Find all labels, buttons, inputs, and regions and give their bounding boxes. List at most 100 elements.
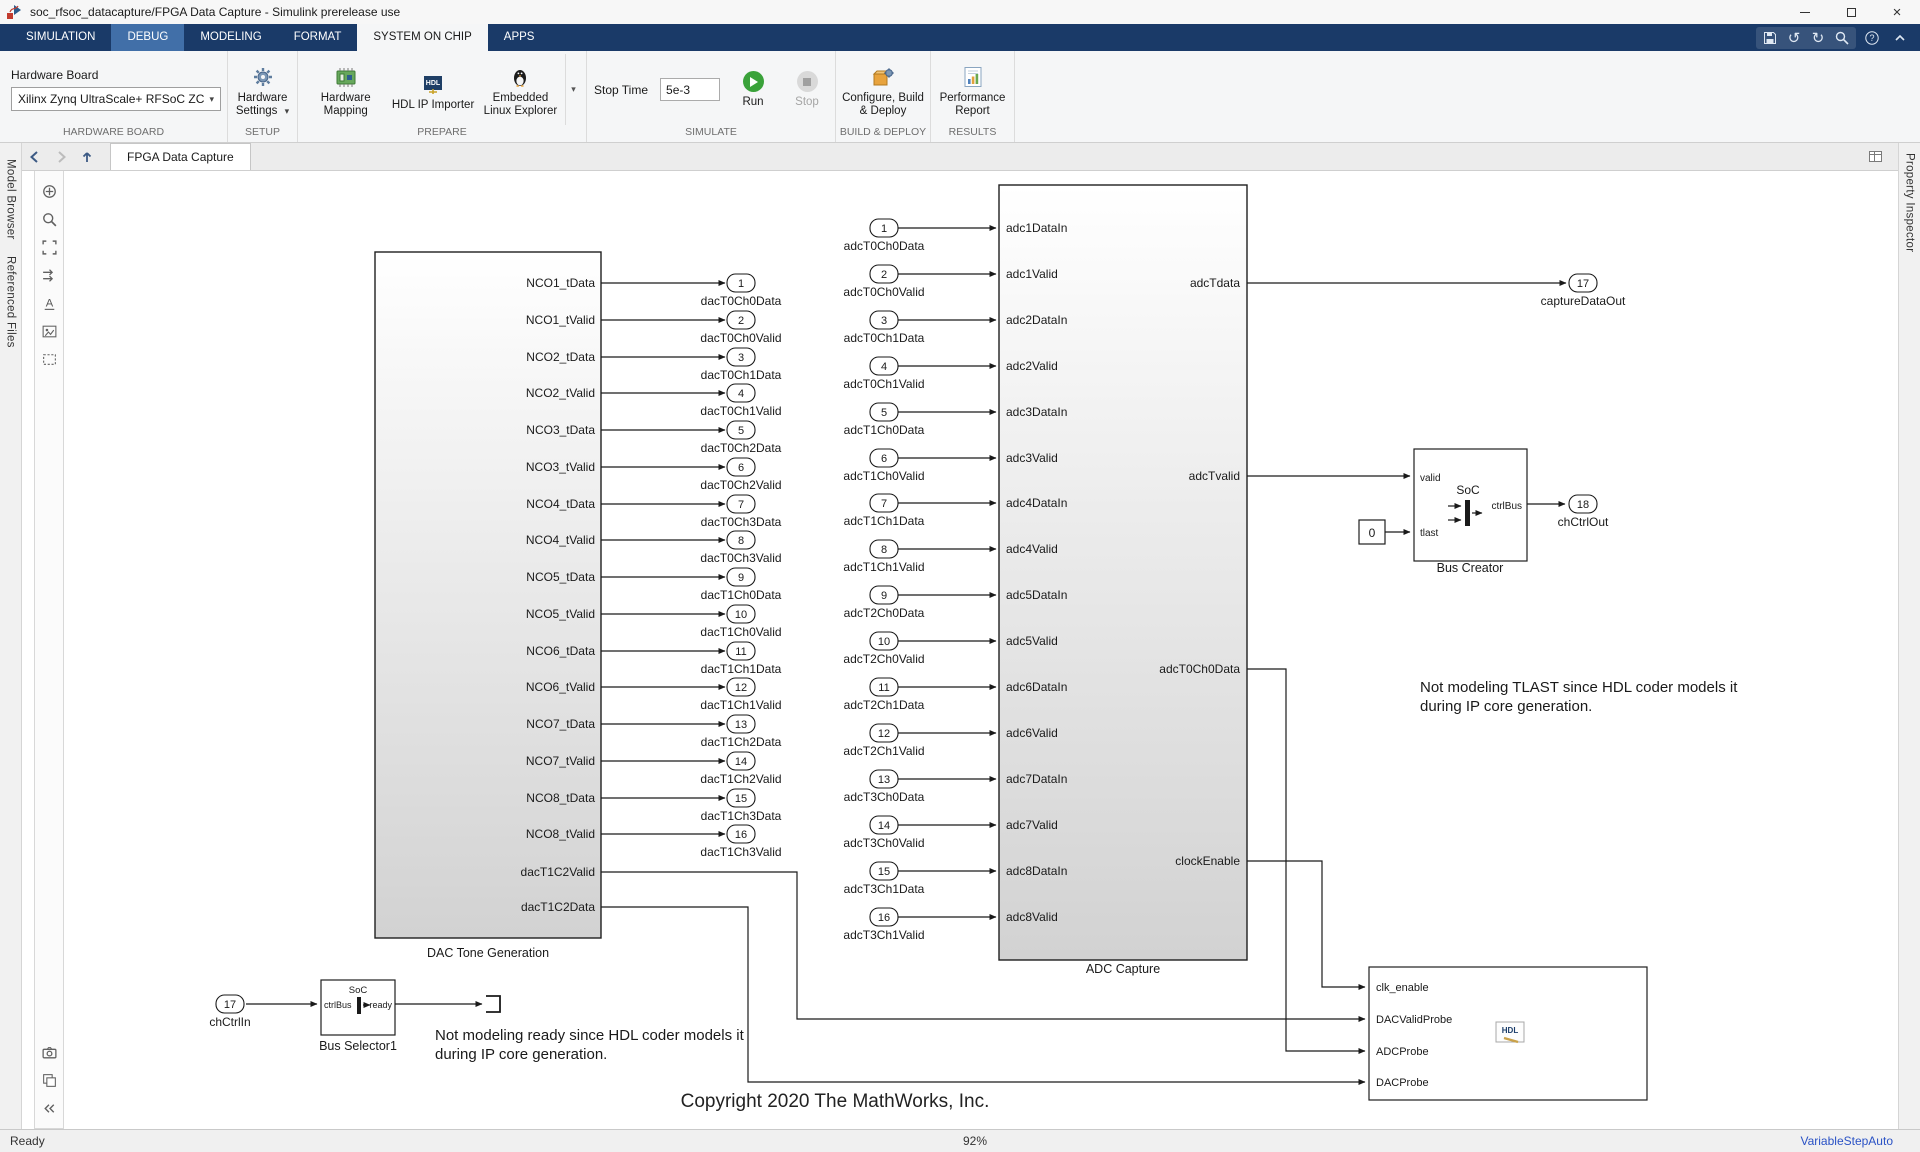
inport-adcT2Ch0Data[interactable]: 9adcT2Ch0Data [844,586,996,620]
annotation-icon[interactable]: A [37,291,61,315]
inport-adcT0Ch0Data[interactable]: 1adcT0Ch0Data [844,219,996,253]
configure-build-deploy-button[interactable]: Configure, Build & Deploy [841,61,925,118]
adc-capture-block[interactable]: adc1DataInadc1Validadc2DataInadc2Validad… [999,185,1247,976]
stop-time-input[interactable] [660,78,720,101]
performance-report-button[interactable]: Performance Report [936,61,1009,118]
embedded-linux-explorer-button[interactable]: Embedded Linux Explorer [478,61,563,118]
outport-chCtrlOut[interactable]: 18chCtrlOut [1527,495,1609,529]
wire-dacT1C2Valid-to-DACValidProbe[interactable] [601,872,1365,1019]
hardware-board-select[interactable]: Xilinx Zynq UltraScale+ RFSoC ZC... ▾ [11,87,221,111]
inport-adcT0Ch0Valid[interactable]: 2adcT0Ch0Valid [843,265,996,299]
close-button[interactable]: × [1874,0,1920,24]
outport-dacT1Ch2Valid[interactable]: 14dacT1Ch2Valid [601,752,782,786]
inport-adcT3Ch1Data[interactable]: 15adcT3Ch1Data [844,862,996,896]
property-inspector-tab[interactable]: Property Inspector [1904,153,1916,252]
outport-dacT1Ch0Valid[interactable]: 10dacT1Ch0Valid [601,605,782,639]
inport-adcT3Ch0Data[interactable]: 13adcT3Ch0Data [844,770,996,804]
image-icon[interactable] [37,319,61,343]
solver-indicator[interactable]: VariableStepAuto [1800,1130,1893,1152]
inport-adcT3Ch0Valid[interactable]: 14adcT3Ch0Valid [843,816,996,850]
prepare-gallery-expander[interactable]: ▾ [565,54,581,125]
outport-dacT0Ch2Valid[interactable]: 6dacT0Ch2Valid [601,458,782,492]
wire-dacT1C2Data-to-DACProbe[interactable] [601,907,1365,1082]
maximize-button[interactable] [1828,0,1874,24]
ribbon-tab-apps[interactable]: APPS [488,24,551,51]
outport-dacT0Ch1Valid[interactable]: 4dacT0Ch1Valid [601,384,782,418]
hdl-ip-importer-button[interactable]: HDL HDL IP Importer [390,68,475,112]
bus-creator-block[interactable]: SoCvalidtlastctrlBusBus Creator [1414,449,1527,575]
help-icon[interactable]: ? [1860,27,1884,49]
zoom-icon[interactable] [37,207,61,231]
model-browser-tab[interactable]: Model Browser [5,159,17,240]
annotation-1[interactable]: Not modeling TLAST since HDL coder model… [1420,679,1738,715]
annotation-2[interactable]: Not modeling ready since HDL coder model… [435,1027,745,1063]
outport-dacT1Ch1Valid[interactable]: 12dacT1Ch1Valid [601,678,782,712]
svg-text:11: 11 [878,682,889,694]
inport-adcT2Ch1Data[interactable]: 11adcT2Ch1Data [844,678,996,712]
stop-button: Stop [786,71,828,108]
outport-dacT0Ch3Valid[interactable]: 8dacT0Ch3Valid [601,531,782,565]
outport-dacT0Ch0Valid[interactable]: 2dacT0Ch0Valid [601,311,782,345]
inport-adcT1Ch0Valid[interactable]: 6adcT1Ch0Valid [843,449,996,483]
layout-grid-icon[interactable] [1862,144,1888,170]
inport-adcT1Ch0Data[interactable]: 5adcT1Ch0Data [844,403,996,437]
hardware-settings-button[interactable]: Hardware Settings ▾ [233,61,292,118]
inport-adcT3Ch1Valid[interactable]: 16adcT3Ch1Valid [843,908,996,942]
collapse-icon[interactable] [37,1096,61,1120]
outport-dacT1Ch3Data[interactable]: 15dacT1Ch3Data [601,789,782,823]
minimize-ribbon-icon[interactable] [1888,27,1912,49]
undo-icon[interactable]: ↺ [1782,27,1806,49]
search-icon[interactable] [1830,27,1854,49]
outport-dacT1Ch0Data[interactable]: 9dacT1Ch0Data [601,568,782,602]
outport-dacT0Ch2Data[interactable]: 5dacT0Ch2Data [601,421,782,455]
wire-adcT0Ch0Data-to-ADCProbe[interactable] [1247,669,1365,1051]
outport-dacT0Ch1Data[interactable]: 3dacT0Ch1Data [601,348,782,382]
outport-captureDataOut[interactable]: 17captureDataOut [1541,274,1626,308]
ribbon-tab-simulation[interactable]: SIMULATION [10,24,111,51]
hardware-board-label: Hardware Board [11,68,216,82]
diagram-svg: NCO1_tDataNCO1_tValidNCO2_tDataNCO2_tVal… [0,0,1920,1152]
bus-selector-block[interactable]: SoCctrlBusreadyBus Selector1 [319,980,397,1053]
explore-icon[interactable] [37,179,61,203]
probe-block[interactable]: clk_enableDACValidProbeADCProbeDACProbeH… [1369,967,1647,1100]
minimize-button[interactable] [1782,0,1828,24]
svg-text:ready: ready [369,1000,392,1010]
inport-adcT0Ch1Data[interactable]: 3adcT0Ch1Data [844,311,996,345]
run-button[interactable]: Run [732,71,774,108]
inport-adcT1Ch1Data[interactable]: 7adcT1Ch1Data [844,494,996,528]
ready-terminator[interactable] [395,996,500,1012]
referenced-files-tab[interactable]: Referenced Files [5,256,17,348]
ribbon-tab-debug[interactable]: DEBUG [111,24,184,51]
inport-adcT0Ch1Valid[interactable]: 4adcT0Ch1Valid [843,357,996,391]
outport-dacT1Ch3Valid[interactable]: 16dacT1Ch3Valid [601,825,782,859]
viewmarks-icon[interactable] [37,1040,61,1064]
signal-arrows-icon[interactable] [37,263,61,287]
svg-text:during IP core generation.: during IP core generation. [435,1046,607,1063]
area-icon[interactable] [37,347,61,371]
save-icon[interactable] [1758,27,1782,49]
navigate-up-button[interactable] [74,144,100,170]
dac-tone-generation-block[interactable]: NCO1_tDataNCO1_tValidNCO2_tDataNCO2_tVal… [375,252,601,960]
svg-text:9: 9 [881,590,887,602]
layers-icon[interactable] [37,1068,61,1092]
outport-dacT0Ch3Data[interactable]: 7dacT0Ch3Data [601,495,782,529]
inport-adcT2Ch1Valid[interactable]: 12adcT2Ch1Valid [843,724,996,758]
model-tab[interactable]: FPGA Data Capture [110,143,251,170]
ribbon-tab-system-on-chip[interactable]: SYSTEM ON CHIP [357,24,487,51]
inport-adcT1Ch1Valid[interactable]: 8adcT1Ch1Valid [843,540,996,574]
constant-block[interactable]: 0 [1359,520,1410,544]
hardware-mapping-button[interactable]: Hardware Mapping [303,61,388,118]
fit-to-view-icon[interactable] [37,235,61,259]
inport-adcT2Ch0Valid[interactable]: 10adcT2Ch0Valid [843,632,996,666]
redo-icon[interactable]: ↻ [1806,27,1830,49]
back-button[interactable] [22,144,48,170]
ribbon-tab-modeling[interactable]: MODELING [184,24,277,51]
svg-text:SoC: SoC [1456,483,1480,497]
wire-clockEnable-to-clk_enable[interactable] [1247,861,1365,987]
outport-dacT1Ch2Data[interactable]: 13dacT1Ch2Data [601,715,782,749]
inport-chCtrlIn[interactable]: 17chCtrlIn [209,995,317,1029]
outport-dacT1Ch1Data[interactable]: 11dacT1Ch1Data [601,642,782,676]
outport-dacT0Ch0Data[interactable]: 1dacT0Ch0Data [601,274,782,308]
copyright-annotation[interactable]: Copyright 2020 The MathWorks, Inc. [681,1091,990,1112]
ribbon-tab-format[interactable]: FORMAT [278,24,358,51]
